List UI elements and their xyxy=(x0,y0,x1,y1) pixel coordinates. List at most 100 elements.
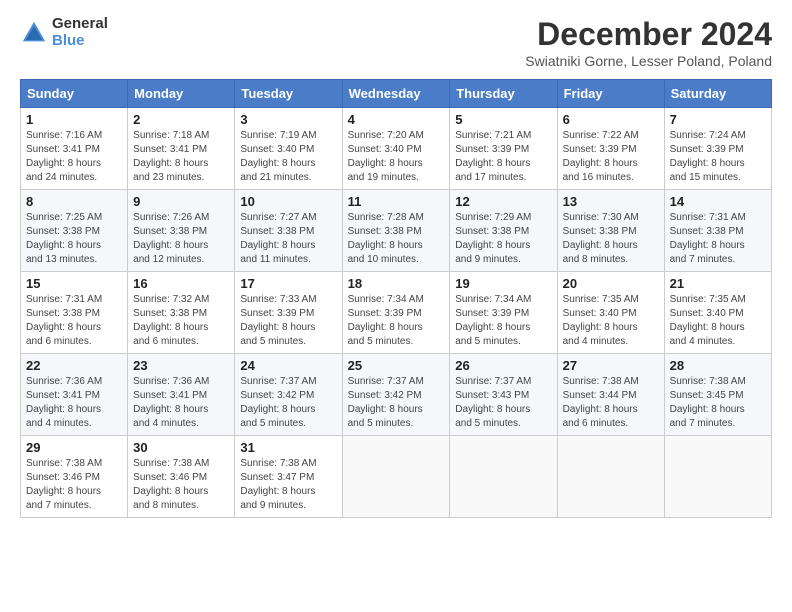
day-number: 23 xyxy=(133,358,229,373)
day-info: Sunrise: 7:33 AM Sunset: 3:39 PM Dayligh… xyxy=(240,293,336,349)
calendar-cell: 7 Sunrise: 7:24 AM Sunset: 3:39 PM Daylig… xyxy=(664,108,771,190)
day-info: Sunrise: 7:24 AM Sunset: 3:39 PM Dayligh… xyxy=(670,129,766,185)
day-number: 12 xyxy=(455,194,551,209)
calendar-cell xyxy=(557,436,664,518)
calendar-cell: 18 Sunrise: 7:34 AM Sunset: 3:39 PM Dayli… xyxy=(342,272,450,354)
day-number: 31 xyxy=(240,440,336,455)
day-info: Sunrise: 7:37 AM Sunset: 3:43 PM Dayligh… xyxy=(455,375,551,431)
day-number: 17 xyxy=(240,276,336,291)
day-number: 22 xyxy=(26,358,122,373)
day-info: Sunrise: 7:30 AM Sunset: 3:38 PM Dayligh… xyxy=(563,211,659,267)
calendar-cell: 19 Sunrise: 7:34 AM Sunset: 3:39 PM Dayli… xyxy=(450,272,557,354)
calendar-cell: 2 Sunrise: 7:18 AM Sunset: 3:41 PM Daylig… xyxy=(128,108,235,190)
day-info: Sunrise: 7:35 AM Sunset: 3:40 PM Dayligh… xyxy=(563,293,659,349)
calendar-cell: 20 Sunrise: 7:35 AM Sunset: 3:40 PM Dayli… xyxy=(557,272,664,354)
calendar-week-5: 29 Sunrise: 7:38 AM Sunset: 3:46 PM Dayli… xyxy=(21,436,772,518)
calendar-cell: 29 Sunrise: 7:38 AM Sunset: 3:46 PM Dayli… xyxy=(21,436,128,518)
day-info: Sunrise: 7:16 AM Sunset: 3:41 PM Dayligh… xyxy=(26,129,122,185)
calendar-cell: 31 Sunrise: 7:38 AM Sunset: 3:47 PM Dayli… xyxy=(235,436,342,518)
calendar-week-4: 22 Sunrise: 7:36 AM Sunset: 3:41 PM Dayli… xyxy=(21,354,772,436)
day-info: Sunrise: 7:38 AM Sunset: 3:45 PM Dayligh… xyxy=(670,375,766,431)
weekday-row: SundayMondayTuesdayWednesdayThursdayFrid… xyxy=(21,80,772,108)
calendar-cell: 11Sunrise: 7:28 AM Sunset: 3:38 PM Dayli… xyxy=(342,190,450,272)
day-number: 27 xyxy=(563,358,659,373)
calendar-cell: 13Sunrise: 7:30 AM Sunset: 3:38 PM Dayli… xyxy=(557,190,664,272)
day-info: Sunrise: 7:38 AM Sunset: 3:47 PM Dayligh… xyxy=(240,457,336,513)
logo-icon xyxy=(20,19,48,47)
day-info: Sunrise: 7:38 AM Sunset: 3:46 PM Dayligh… xyxy=(26,457,122,513)
weekday-header-wednesday: Wednesday xyxy=(342,80,450,108)
day-number: 10 xyxy=(240,194,336,209)
weekday-header-thursday: Thursday xyxy=(450,80,557,108)
calendar-week-3: 15Sunrise: 7:31 AM Sunset: 3:38 PM Dayli… xyxy=(21,272,772,354)
logo-text: General Blue xyxy=(52,16,108,49)
logo: General Blue xyxy=(20,16,108,49)
calendar-cell: 3Sunrise: 7:19 AM Sunset: 3:40 PM Daylig… xyxy=(235,108,342,190)
calendar-cell: 27 Sunrise: 7:38 AM Sunset: 3:44 PM Dayli… xyxy=(557,354,664,436)
day-number: 7 xyxy=(670,112,766,127)
logo-line1: General xyxy=(52,16,108,33)
day-number: 2 xyxy=(133,112,229,127)
calendar-header: SundayMondayTuesdayWednesdayThursdayFrid… xyxy=(21,80,772,108)
calendar-cell: 24Sunrise: 7:37 AM Sunset: 3:42 PM Dayli… xyxy=(235,354,342,436)
day-info: Sunrise: 7:32 AM Sunset: 3:38 PM Dayligh… xyxy=(133,293,229,349)
day-info: Sunrise: 7:35 AM Sunset: 3:40 PM Dayligh… xyxy=(670,293,766,349)
day-number: 18 xyxy=(348,276,445,291)
day-number: 14 xyxy=(670,194,766,209)
day-info: Sunrise: 7:34 AM Sunset: 3:39 PM Dayligh… xyxy=(455,293,551,349)
month-title: December 2024 xyxy=(525,16,772,53)
calendar-week-2: 8Sunrise: 7:25 AM Sunset: 3:38 PM Daylig… xyxy=(21,190,772,272)
calendar-cell xyxy=(450,436,557,518)
day-info: Sunrise: 7:37 AM Sunset: 3:42 PM Dayligh… xyxy=(240,375,336,431)
calendar-cell: 30 Sunrise: 7:38 AM Sunset: 3:46 PM Dayli… xyxy=(128,436,235,518)
calendar-cell: 14Sunrise: 7:31 AM Sunset: 3:38 PM Dayli… xyxy=(664,190,771,272)
page-header: General Blue December 2024 Swiatniki Gor… xyxy=(20,16,772,69)
calendar-cell: 26 Sunrise: 7:37 AM Sunset: 3:43 PM Dayli… xyxy=(450,354,557,436)
day-info: Sunrise: 7:34 AM Sunset: 3:39 PM Dayligh… xyxy=(348,293,445,349)
day-number: 21 xyxy=(670,276,766,291)
day-info: Sunrise: 7:38 AM Sunset: 3:46 PM Dayligh… xyxy=(133,457,229,513)
day-number: 4 xyxy=(348,112,445,127)
calendar-cell: 15Sunrise: 7:31 AM Sunset: 3:38 PM Dayli… xyxy=(21,272,128,354)
calendar-week-1: 1 Sunrise: 7:16 AM Sunset: 3:41 PM Daylig… xyxy=(21,108,772,190)
day-info: Sunrise: 7:29 AM Sunset: 3:38 PM Dayligh… xyxy=(455,211,551,267)
logo-line2: Blue xyxy=(52,33,108,50)
title-block: December 2024 Swiatniki Gorne, Lesser Po… xyxy=(525,16,772,69)
calendar-cell: 4Sunrise: 7:20 AM Sunset: 3:40 PM Daylig… xyxy=(342,108,450,190)
day-info: Sunrise: 7:36 AM Sunset: 3:41 PM Dayligh… xyxy=(26,375,122,431)
calendar-cell: 16 Sunrise: 7:32 AM Sunset: 3:38 PM Dayli… xyxy=(128,272,235,354)
calendar-cell: 9 Sunrise: 7:26 AM Sunset: 3:38 PM Daylig… xyxy=(128,190,235,272)
calendar-cell: 5Sunrise: 7:21 AM Sunset: 3:39 PM Daylig… xyxy=(450,108,557,190)
day-info: Sunrise: 7:25 AM Sunset: 3:38 PM Dayligh… xyxy=(26,211,122,267)
calendar-cell: 21 Sunrise: 7:35 AM Sunset: 3:40 PM Dayli… xyxy=(664,272,771,354)
day-info: Sunrise: 7:18 AM Sunset: 3:41 PM Dayligh… xyxy=(133,129,229,185)
day-info: Sunrise: 7:22 AM Sunset: 3:39 PM Dayligh… xyxy=(563,129,659,185)
day-number: 1 xyxy=(26,112,122,127)
weekday-header-sunday: Sunday xyxy=(21,80,128,108)
calendar-body: 1 Sunrise: 7:16 AM Sunset: 3:41 PM Daylig… xyxy=(21,108,772,518)
day-info: Sunrise: 7:38 AM Sunset: 3:44 PM Dayligh… xyxy=(563,375,659,431)
calendar-cell: 8Sunrise: 7:25 AM Sunset: 3:38 PM Daylig… xyxy=(21,190,128,272)
calendar-cell: 12 Sunrise: 7:29 AM Sunset: 3:38 PM Dayli… xyxy=(450,190,557,272)
calendar-cell: 28Sunrise: 7:38 AM Sunset: 3:45 PM Dayli… xyxy=(664,354,771,436)
calendar-cell: 1 Sunrise: 7:16 AM Sunset: 3:41 PM Daylig… xyxy=(21,108,128,190)
day-number: 9 xyxy=(133,194,229,209)
day-number: 6 xyxy=(563,112,659,127)
day-number: 26 xyxy=(455,358,551,373)
calendar-cell: 22 Sunrise: 7:36 AM Sunset: 3:41 PM Dayli… xyxy=(21,354,128,436)
day-number: 19 xyxy=(455,276,551,291)
weekday-header-monday: Monday xyxy=(128,80,235,108)
location: Swiatniki Gorne, Lesser Poland, Poland xyxy=(525,53,772,69)
weekday-header-tuesday: Tuesday xyxy=(235,80,342,108)
weekday-header-friday: Friday xyxy=(557,80,664,108)
calendar-table: SundayMondayTuesdayWednesdayThursdayFrid… xyxy=(20,79,772,518)
day-number: 15 xyxy=(26,276,122,291)
calendar-cell: 17 Sunrise: 7:33 AM Sunset: 3:39 PM Dayli… xyxy=(235,272,342,354)
day-number: 29 xyxy=(26,440,122,455)
day-number: 16 xyxy=(133,276,229,291)
day-number: 30 xyxy=(133,440,229,455)
day-info: Sunrise: 7:26 AM Sunset: 3:38 PM Dayligh… xyxy=(133,211,229,267)
day-number: 20 xyxy=(563,276,659,291)
weekday-header-saturday: Saturday xyxy=(664,80,771,108)
day-info: Sunrise: 7:37 AM Sunset: 3:42 PM Dayligh… xyxy=(348,375,445,431)
